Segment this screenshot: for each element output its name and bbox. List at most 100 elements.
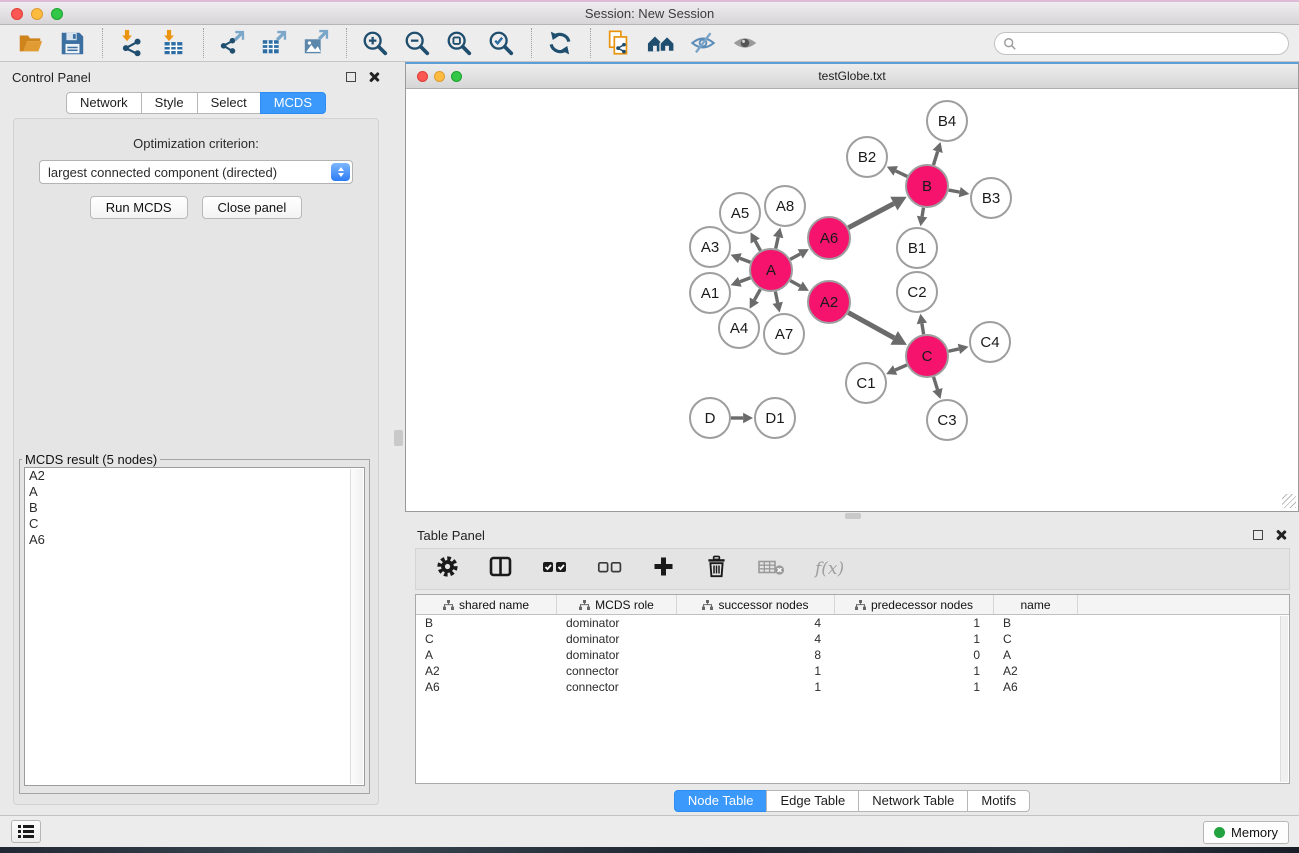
minimize-network-button[interactable] <box>434 71 445 82</box>
graph-edge-C-C4[interactable] <box>948 349 958 351</box>
network-canvas[interactable]: B4B2B3A8A5B1A3A1C2A4A7C4C1C3DD1BA6AA2C <box>406 89 1298 510</box>
show-graphics-details-button[interactable] <box>727 27 763 59</box>
graph-edge-A2-C[interactable] <box>848 313 894 338</box>
mcds-result-item[interactable]: A2 <box>25 468 364 484</box>
function-builder-button[interactable]: f(x) <box>815 559 844 579</box>
graph-edge-A-A7[interactable] <box>775 292 777 303</box>
tab-edge-table[interactable]: Edge Table <box>766 790 859 812</box>
export-image-button[interactable] <box>298 27 334 59</box>
table-cell[interactable]: 1 <box>677 679 835 695</box>
graph-edge-A-A2[interactable] <box>790 281 800 286</box>
graph-edge-A-A8[interactable] <box>776 237 778 248</box>
graph-edge-A-A1[interactable] <box>740 278 751 282</box>
zoom-out-button[interactable] <box>399 27 435 59</box>
table-cell[interactable]: 1 <box>677 663 835 679</box>
table-scrollbar[interactable] <box>1280 616 1288 782</box>
tab-node-table[interactable]: Node Table <box>674 790 768 812</box>
zoom-window-button[interactable] <box>51 8 63 20</box>
table-cell[interactable]: A6 <box>994 679 1078 695</box>
refresh-layout-button[interactable] <box>542 27 578 59</box>
memory-button[interactable]: Memory <box>1203 821 1289 844</box>
delete-column-button[interactable] <box>705 555 728 583</box>
open-session-button[interactable] <box>12 27 48 59</box>
graph-edge-B-B2[interactable] <box>896 171 908 177</box>
mcds-result-item[interactable]: A <box>25 484 364 500</box>
export-table-button[interactable] <box>256 27 292 59</box>
horizontal-split-divider[interactable] <box>405 512 1299 520</box>
column-header-successor-nodes[interactable]: successor nodes <box>677 595 835 614</box>
graph-edge-C-C2[interactable] <box>922 323 924 334</box>
table-settings-button[interactable] <box>436 555 459 583</box>
graph-edge-A6-B[interactable] <box>848 204 893 228</box>
delete-table-button[interactable] <box>758 557 785 582</box>
column-header-predecessor-nodes[interactable]: predecessor nodes <box>835 595 994 614</box>
zoom-selected-button[interactable] <box>483 27 519 59</box>
table-cell[interactable]: 1 <box>835 663 994 679</box>
graph-edge-B-B3[interactable] <box>949 190 960 192</box>
graph-edge-B-B1[interactable] <box>922 208 923 217</box>
zoom-fit-button[interactable] <box>441 27 477 59</box>
mcds-result-item[interactable]: C <box>25 516 364 532</box>
divider-handle[interactable] <box>394 430 403 446</box>
table-cell[interactable]: A2 <box>994 663 1078 679</box>
column-header-mcds-role[interactable]: MCDS role <box>557 595 677 614</box>
table-cell[interactable]: dominator <box>557 647 677 663</box>
select-all-columns-button[interactable] <box>542 555 567 583</box>
table-cell[interactable]: A <box>994 647 1078 663</box>
zoom-in-button[interactable] <box>357 27 393 59</box>
vertical-split-divider[interactable] <box>392 62 405 815</box>
tab-motifs[interactable]: Motifs <box>967 790 1030 812</box>
run-mcds-button[interactable]: Run MCDS <box>90 196 188 219</box>
table-cell[interactable]: C <box>416 631 557 647</box>
table-cell[interactable]: connector <box>557 663 677 679</box>
graph-edge-C-C3[interactable] <box>934 377 938 390</box>
add-column-button[interactable] <box>652 555 675 583</box>
table-cell[interactable]: C <box>994 631 1078 647</box>
show-all-networks-button[interactable] <box>643 27 679 59</box>
criterion-select[interactable]: largest connected component (directed) <box>39 160 353 184</box>
table-cell[interactable]: A <box>416 647 557 663</box>
table-cell[interactable]: B <box>994 615 1078 631</box>
graph-edge-A-A5[interactable] <box>755 241 760 251</box>
graph-edge-B-B4[interactable] <box>933 151 937 165</box>
mcds-result-item[interactable]: B <box>25 500 364 516</box>
graph-edge-A-A3[interactable] <box>740 258 751 262</box>
zoom-network-button[interactable] <box>451 71 462 82</box>
resize-grip[interactable] <box>1282 494 1296 508</box>
table-cell[interactable]: A2 <box>416 663 557 679</box>
import-network-button[interactable] <box>113 27 149 59</box>
graph-edge-C-C1[interactable] <box>895 365 907 370</box>
minimize-window-button[interactable] <box>31 8 43 20</box>
export-network-button[interactable] <box>214 27 250 59</box>
table-cell[interactable]: 8 <box>677 647 835 663</box>
divider-handle[interactable] <box>845 513 861 519</box>
show-columns-button[interactable] <box>489 555 512 583</box>
float-panel-icon[interactable] <box>1253 530 1263 540</box>
list-scrollbar[interactable] <box>350 469 363 784</box>
table-cell[interactable]: 4 <box>677 631 835 647</box>
task-history-button[interactable] <box>11 820 41 843</box>
tab-network-table[interactable]: Network Table <box>858 790 968 812</box>
table-cell[interactable]: 4 <box>677 615 835 631</box>
table-cell[interactable]: 0 <box>835 647 994 663</box>
graph-edge-A-A4[interactable] <box>754 289 760 300</box>
copy-network-button[interactable] <box>601 27 637 59</box>
column-header-shared-name[interactable]: shared name <box>416 595 557 614</box>
close-window-button[interactable] <box>11 8 23 20</box>
close-panel-icon[interactable] <box>368 71 380 83</box>
table-cell[interactable]: 1 <box>835 679 994 695</box>
tab-network[interactable]: Network <box>66 92 142 114</box>
close-panel-icon[interactable] <box>1275 529 1287 541</box>
table-cell[interactable]: 1 <box>835 631 994 647</box>
float-panel-icon[interactable] <box>346 72 356 82</box>
table-cell[interactable]: 1 <box>835 615 994 631</box>
graph-edge-A-A6[interactable] <box>790 254 800 259</box>
tab-style[interactable]: Style <box>141 92 198 114</box>
search-input[interactable] <box>1017 36 1280 51</box>
hide-selected-button[interactable] <box>685 27 721 59</box>
table-cell[interactable]: dominator <box>557 615 677 631</box>
table-cell[interactable]: dominator <box>557 631 677 647</box>
save-session-button[interactable] <box>54 27 90 59</box>
mcds-result-item[interactable]: A6 <box>25 532 364 548</box>
close-network-button[interactable] <box>417 71 428 82</box>
